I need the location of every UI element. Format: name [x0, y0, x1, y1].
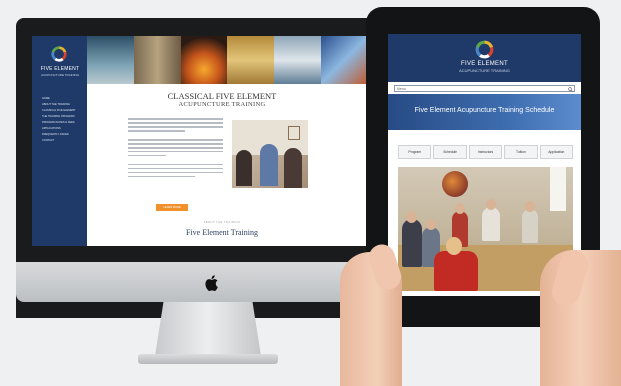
desktop-section-title: Five Element Training — [186, 228, 258, 237]
imac-stand-neck — [155, 302, 261, 356]
apple-logo-icon — [205, 275, 218, 291]
search-icon[interactable] — [568, 87, 573, 92]
tablet-brand-sub: ACUPUNCTURE TRAINING — [459, 68, 510, 73]
desktop-brand-name: FIVE ELEMENT — [40, 66, 80, 72]
tablet-tab-bar: Program Schedule Instructors Tuition App… — [398, 145, 574, 159]
tablet-search-placeholder: Menu — [397, 87, 406, 91]
desktop-section-kicker: ABOUT THE TRAINING — [203, 221, 241, 224]
desktop-brand-sub: ACUPUNCTURE TRAINING — [40, 73, 80, 77]
five-element-ring-icon — [51, 46, 67, 62]
tablet-search-bar[interactable]: Menu — [394, 85, 575, 92]
nav-item-contact[interactable]: CONTACT — [42, 138, 84, 144]
tablet-header: FIVE ELEMENT ACUPUNCTURE TRAINING — [388, 34, 581, 82]
desktop-header-banner — [87, 36, 368, 84]
tab-instructors[interactable]: Instructors — [468, 145, 503, 159]
learn-more-button[interactable]: LEARN MORE — [156, 204, 188, 211]
desktop-website: FIVE ELEMENT ACUPUNCTURE TRAINING HOME A… — [32, 36, 368, 246]
desktop-page-subtitle: ACUPUNCTURE TRAINING — [178, 101, 266, 108]
desktop-body-text — [128, 118, 223, 180]
desktop-page-title: CLASSICAL FIVE ELEMENT — [167, 91, 277, 101]
tab-application[interactable]: Application — [539, 145, 574, 159]
desktop-class-photo — [232, 120, 308, 188]
tablet-hero-title: Five Element Acupuncture Training Schedu… — [414, 107, 555, 114]
desktop-sidebar: FIVE ELEMENT ACUPUNCTURE TRAINING HOME A… — [32, 36, 87, 246]
tab-program[interactable]: Program — [398, 145, 432, 159]
imac-stand-foot — [138, 354, 278, 364]
five-element-ring-icon — [475, 40, 494, 59]
tablet-brand-name: FIVE ELEMENT — [461, 61, 508, 67]
imac-chin — [16, 262, 382, 302]
tab-schedule[interactable]: Schedule — [433, 145, 467, 159]
desktop-nav: HOME ABOUT THE TRAINING CLASSICAL FIVE E… — [42, 96, 84, 144]
tab-tuition[interactable]: Tuition — [504, 145, 538, 159]
